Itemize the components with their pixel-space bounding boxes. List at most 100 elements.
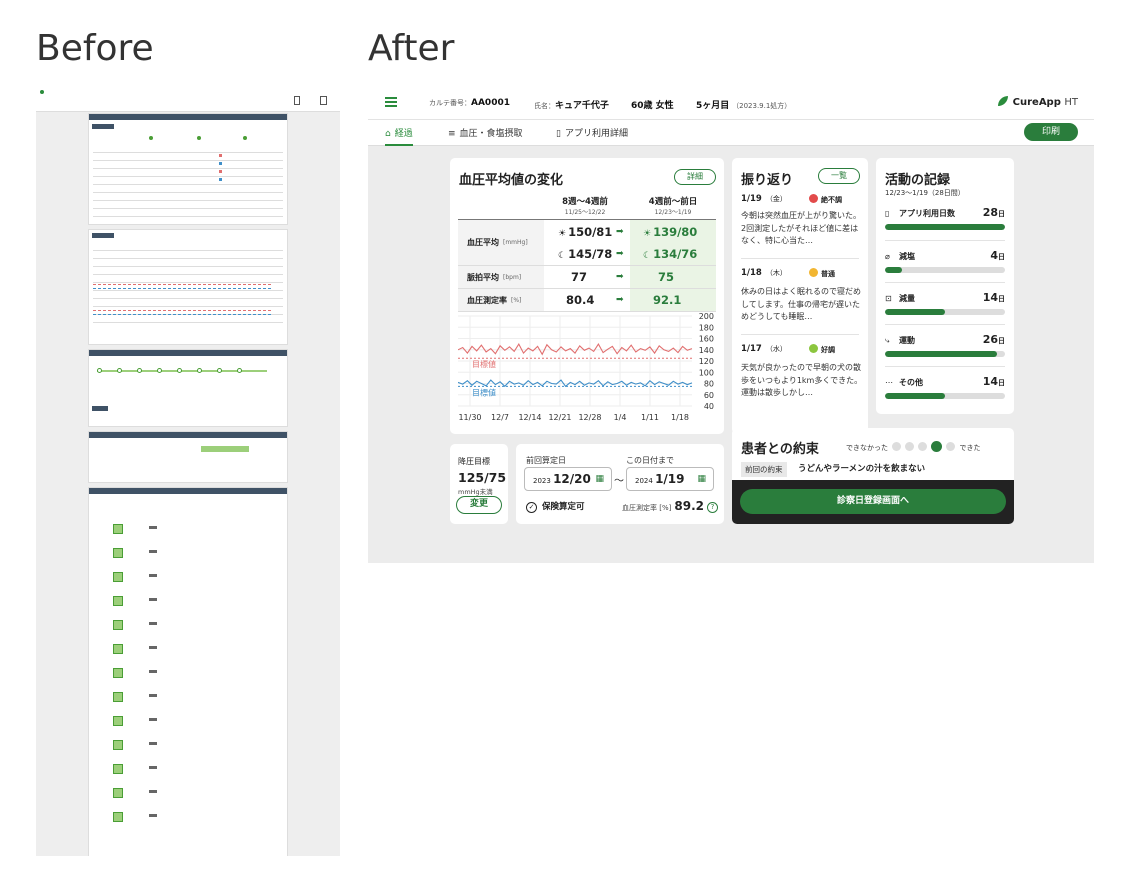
before-step-dot [197, 368, 202, 373]
promise-text: うどんやラーメンの汁を飲まない [798, 464, 926, 474]
scale-dot[interactable] [892, 442, 902, 451]
activity-row-app: ▯ アプリ利用日数 28日 [885, 198, 1005, 238]
bp-table: 血圧平均 [mmHg] ☀ 150/81 ➡ ☀ 139/80 ☾ 145/78 ➡ ☾… [458, 219, 716, 312]
before-row-line [93, 184, 283, 185]
before-doc-icon[interactable] [294, 96, 300, 105]
before-tag [149, 574, 157, 577]
morning-bp-before: ☀ 150/81 [558, 225, 613, 239]
evening-bp-after: ☾ 134/76 [643, 247, 698, 261]
moon-icon: ☾ [643, 251, 652, 261]
sun-icon: ☀ [558, 229, 567, 239]
before-grid [93, 250, 283, 251]
tab-app-usage[interactable]: ▯ アプリ利用詳細 [556, 126, 628, 146]
detail-button[interactable]: 詳細 [674, 169, 716, 185]
calendar-icon[interactable]: ▦ [697, 468, 706, 490]
y-tick-label: 160 [699, 335, 714, 344]
evening-bp-before: ☾ 145/78 [558, 247, 613, 261]
bp-panel-title: 血圧平均値の変化 [459, 173, 564, 188]
y-tick-label: 80 [704, 380, 714, 389]
target-label: 目標値 [472, 359, 496, 369]
calendar-icon[interactable]: ▦ [595, 468, 604, 490]
before-chart-panel [88, 229, 288, 345]
home-icon: ⌂ [385, 129, 391, 139]
tab-bar: ⌂ 経過 ≡ 血圧・食塩摂取 ▯ アプリ利用詳細 印刷 [368, 120, 1094, 146]
mood-badge: 絶不調 [809, 194, 842, 205]
activity-period: 12/23〜1/19（28日間） [885, 189, 965, 197]
scale-dot[interactable] [931, 441, 943, 452]
mood-bad-icon [809, 194, 818, 203]
before-topbar [36, 86, 340, 112]
scale-dot[interactable] [905, 442, 915, 451]
before-tag [149, 790, 157, 793]
x-tick-label: 1/11 [641, 413, 659, 422]
list-button[interactable]: 一覧 [818, 168, 860, 184]
list-icon: ≡ [448, 129, 456, 139]
before-step-dot [217, 368, 222, 373]
x-tick-label: 11/30 [458, 413, 481, 422]
reflection-text: 今朝は突然血圧が上がり驚いた。2回測定したがそれほど値に差はなく、特に心当た… [741, 211, 861, 245]
promise-footer: 診察日登録画面へ [732, 480, 1014, 524]
pulse-row: 脈拍平均 [bpm] 77 ➡ 75 [458, 266, 716, 289]
activity-row-salt: ⌀ 減塩 4日 [885, 240, 1005, 280]
before-flag [219, 170, 222, 173]
scale-dot[interactable] [918, 442, 928, 451]
goal-unit: mmHg未満 [458, 488, 493, 496]
scale-dot[interactable] [946, 442, 956, 451]
before-day-tile [113, 644, 123, 654]
billing-check[interactable]: ✓ 保険算定可 [526, 500, 585, 513]
y-tick-label: 180 [699, 323, 714, 332]
before-print-icon[interactable] [320, 96, 327, 105]
patient-name: 氏名：キュア千代子 [534, 101, 609, 111]
before-dia-line [93, 314, 271, 318]
reflection-text: 休みの日はよく眠れるので寝だめしてします。仕事の帰宅が遅いためどうしても睡眠… [741, 287, 861, 321]
before-grid [93, 322, 283, 323]
help-icon[interactable]: ? [707, 502, 718, 513]
bp-row-label: 血圧平均 [mmHg] [458, 220, 544, 265]
brand-logo: CureApp HT [997, 96, 1078, 108]
before-tag [149, 550, 157, 553]
before-log-panel [88, 487, 288, 856]
register-visit-button[interactable]: 診察日登録画面へ [740, 489, 1006, 514]
x-tick-label: 12/14 [518, 413, 541, 422]
after-heading: After [368, 28, 455, 69]
before-tag [149, 598, 157, 601]
activity-panel: 活動の記録 12/23〜1/19（28日間） ▯ アプリ利用日数 28日 ⌀ 減塩 4日… [876, 158, 1014, 414]
to-date-field[interactable]: 2024 1/19 ▦ [626, 467, 714, 491]
bp-goal-panel: 降圧目標 125/75 mmHg未満 変更 [450, 444, 508, 524]
before-day-tile [113, 596, 123, 606]
before-row-line [93, 208, 283, 209]
tab-progress[interactable]: ⌂ 経過 [385, 126, 413, 146]
before-subheader [92, 233, 114, 238]
before-flag [219, 162, 222, 165]
before-day-tile [113, 692, 123, 702]
rate-row: 血圧測定率 [%] 80.4 ➡ 92.1 [458, 289, 716, 312]
change-goal-button[interactable]: 変更 [456, 496, 502, 514]
leaf-icon [997, 96, 1008, 106]
arrow-right-icon: ➡ [616, 272, 624, 282]
from-date-field[interactable]: 2023 12/20 ▦ [524, 467, 612, 491]
tab-bp-salt[interactable]: ≡ 血圧・食塩摂取 [448, 126, 523, 146]
rate-before: 80.4 [566, 293, 595, 307]
progress-bar [885, 224, 1005, 230]
progress-bar [885, 393, 1005, 399]
rate-after: 92.1 [653, 293, 682, 307]
before-panel-header [89, 114, 287, 120]
print-button[interactable]: 印刷 [1024, 123, 1078, 141]
pulse-before: 77 [571, 270, 588, 284]
reflection-date: 1/18 （木） [741, 268, 787, 278]
before-day-tile [113, 716, 123, 726]
target-label: 目標値 [472, 387, 496, 397]
before-day-tile [113, 620, 123, 630]
bp-series-line [458, 342, 693, 356]
x-tick-label: 12/7 [491, 413, 509, 422]
before-row-line [93, 216, 283, 217]
hamburger-menu-icon[interactable] [385, 97, 397, 107]
mood-badge: 好調 [809, 344, 835, 355]
before-subheader [92, 124, 114, 129]
before-bp-panel [88, 113, 288, 225]
before-grid [93, 282, 283, 283]
before-grid [93, 266, 283, 267]
before-tag [149, 526, 157, 529]
x-tick-label: 12/28 [578, 413, 601, 422]
before-day-tile [113, 788, 123, 798]
